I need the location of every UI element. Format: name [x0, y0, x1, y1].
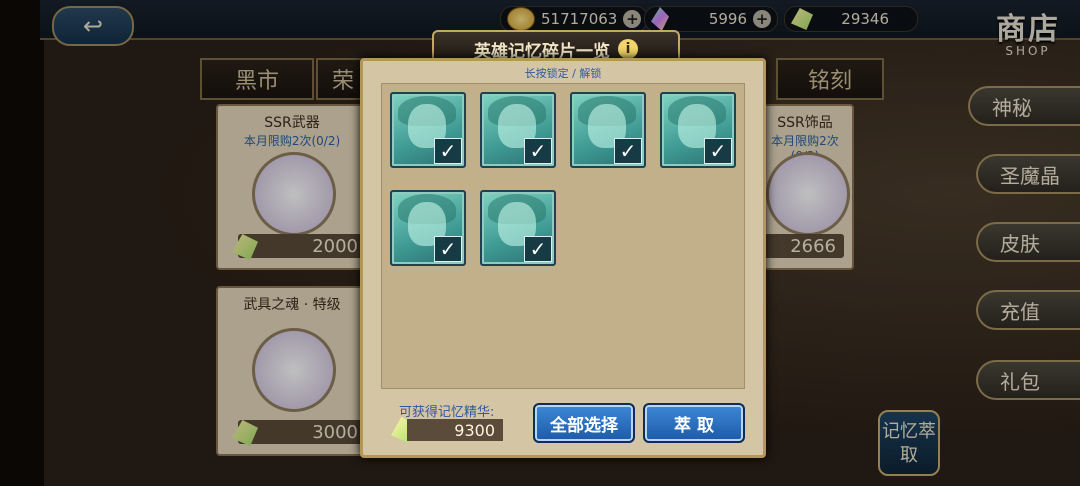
extract-button[interactable]: 萃 取	[643, 403, 745, 443]
gain-label: 可获得记忆精华:	[399, 405, 495, 420]
info-icon[interactable]: i	[618, 39, 638, 59]
hero-grid: ✓ ✓ ✓ ✓ ✓ ✓	[381, 83, 745, 389]
checkmark-icon: ✓	[434, 236, 462, 262]
hero-fragment-4[interactable]: ✓	[660, 92, 736, 168]
checkmark-icon: ✓	[434, 138, 462, 164]
gain-value: 9300	[407, 419, 503, 441]
hero-fragment-6[interactable]: ✓	[480, 190, 556, 266]
checkmark-icon: ✓	[524, 236, 552, 262]
hero-fragment-1[interactable]: ✓	[390, 92, 466, 168]
select-all-button[interactable]: 全部选择	[533, 403, 635, 443]
checkmark-icon: ✓	[704, 138, 732, 164]
hero-fragment-5[interactable]: ✓	[390, 190, 466, 266]
hero-fragment-2[interactable]: ✓	[480, 92, 556, 168]
checkmark-icon: ✓	[614, 138, 642, 164]
memory-fragment-modal: 长按锁定 / 解锁 ✓ ✓ ✓ ✓ ✓ ✓ 可获得记忆精华: 9300 全部选择…	[360, 58, 766, 458]
hero-fragment-3[interactable]: ✓	[570, 92, 646, 168]
checkmark-icon: ✓	[524, 138, 552, 164]
lock-hint: 长按锁定 / 解锁	[524, 67, 602, 80]
